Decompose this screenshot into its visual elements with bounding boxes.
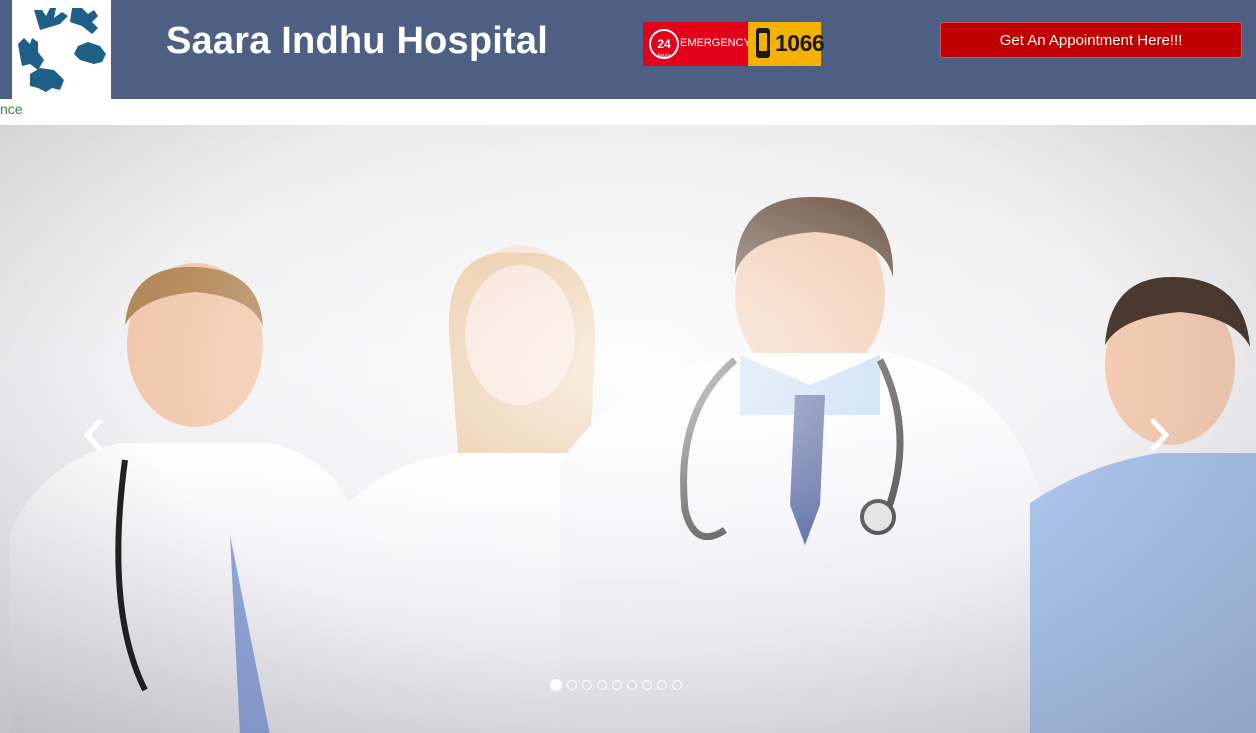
carousel-prev-button[interactable] [73,415,113,455]
24-hours-icon: 24 hours [649,29,679,59]
carousel-indicator-dot[interactable] [627,680,637,690]
emergency-banner[interactable]: 24 hours EMERGENCY 1066 [643,22,825,66]
emergency-24-text: 24 [657,37,671,51]
carousel-indicator-dot[interactable] [597,680,607,690]
carousel-indicator-dot[interactable] [642,680,652,690]
emergency-label: EMERGENCY [680,37,751,49]
carousel-indicators [550,679,682,691]
emergency-number-panel: 1066 [748,22,825,66]
carousel-indicator-dot[interactable] [567,680,577,690]
get-appointment-button[interactable]: Get An Appointment Here!!! [940,22,1242,58]
site-header: Saara Indhu Hospital 24 hours EMERGENCY 1… [0,0,1256,99]
carousel-indicator-dot[interactable] [672,680,682,690]
site-title: Saara Indhu Hospital [166,20,548,62]
carousel-next-button[interactable] [1140,415,1180,455]
chevron-left-icon [83,418,103,452]
emergency-number: 1066 [775,30,825,56]
carousel-indicator-dot[interactable] [550,679,562,691]
helping-hands-logo-icon [18,8,106,92]
chevron-right-icon [1150,418,1170,452]
carousel-vignette [0,125,1256,733]
emergency-label-panel: 24 hours EMERGENCY [643,22,751,66]
carousel-indicator-dot[interactable] [657,680,667,690]
hospital-logo[interactable] [12,0,111,99]
news-ticker: nce [0,101,23,117]
phone-icon [756,28,770,58]
carousel-indicator-dot[interactable] [612,680,622,690]
emergency-hrs-text: hours [657,53,671,59]
hero-carousel [0,125,1256,733]
carousel-indicator-dot[interactable] [582,680,592,690]
